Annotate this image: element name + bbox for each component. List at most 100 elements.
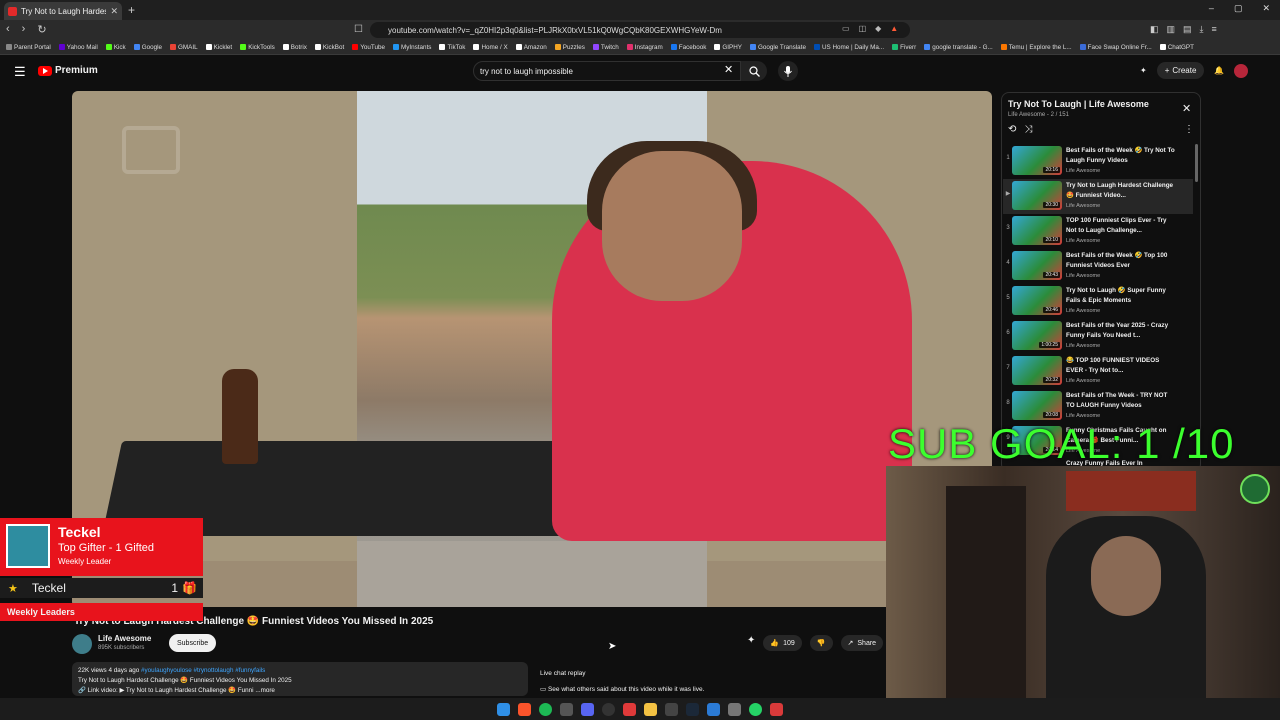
steam-icon[interactable] [686,702,699,716]
playlist-item-channel: Life Awesome [1066,238,1101,244]
forward-icon[interactable]: › [22,23,26,36]
share-button[interactable]: ↗ Share [840,635,884,651]
bookmark-item[interactable]: Temu | Explore the L... [1000,44,1072,51]
playlist-item[interactable]: 3 20:10 TOP 100 Funniest Clips Ever - Try … [1003,214,1193,249]
like-button[interactable]: 👍 109 [763,635,802,651]
bookmark-item[interactable]: US Home | Daily Ma... [813,44,884,51]
download-icon[interactable]: ⤓ [1200,24,1204,35]
live-chat-row[interactable]: ▭ See what others said about this video … [540,682,878,698]
settings-icon[interactable] [728,702,741,716]
video-player[interactable] [72,91,992,607]
browser-tab[interactable]: Try Not to Laugh Hardest Challe ✕ [4,2,122,20]
translate-icon[interactable]: ◫ [859,24,867,33]
windows-start-icon[interactable] [497,702,510,716]
description-link[interactable]: 🔗 Link video: ▶ Try Not to Laugh Hardest… [78,687,254,694]
brave-rewards-icon[interactable]: ▲ [890,24,898,33]
bookmark-item[interactable]: MyInstants [393,44,431,51]
extension-icon[interactable]: ◧ [1150,24,1159,35]
dislike-button[interactable]: 👎 [809,635,833,651]
bookmark-item[interactable]: Google [133,44,162,51]
bookmark-item[interactable]: Facebook [670,44,706,51]
playlist-item[interactable]: 7 20:32 😂 TOP 100 FUNNIEST VIDEOS EVER - T… [1003,354,1193,389]
whatsapp-icon[interactable] [749,702,762,716]
shield-icon[interactable]: ◆ [875,24,881,33]
bookmark-item[interactable]: google translate - G... [924,44,993,51]
bookmark-item[interactable]: Instagram [626,44,663,51]
cast-icon[interactable]: ▭ [842,24,850,33]
account-avatar[interactable] [1234,63,1249,78]
extension-puzzle-icon[interactable]: ✦ [1140,66,1147,75]
notifications-bell-icon[interactable]: 🔔 [1214,66,1224,75]
bookmark-item[interactable]: Home / X [473,44,508,51]
playlist-item[interactable]: 5 20:46 Try Not to Laugh 🤣 Super Funny Fai… [1003,284,1193,319]
search-button[interactable] [741,61,767,81]
bookmark-item[interactable]: YouTube [352,44,385,51]
bookmark-item[interactable]: GMAIL [170,44,198,51]
more-options-icon[interactable]: ⋮ [1184,124,1194,135]
bookmark-item[interactable]: Fiverr [892,44,916,51]
description-box[interactable]: 22K views 4 days ago #youlaughyoulose #t… [72,662,528,696]
close-playlist-icon[interactable]: ✕ [1182,102,1191,115]
share-icon: ↗ [847,640,854,647]
bookmark-item[interactable]: KickBot [314,44,344,51]
create-button[interactable]: + Create [1156,62,1205,79]
loop-icon[interactable]: ⟲ [1008,124,1016,135]
bookmark-item[interactable]: Face Swap Online Fr... [1079,44,1152,51]
reload-icon[interactable]: ↻ [37,23,46,36]
shuffle-icon[interactable]: ⤨ [1024,124,1032,135]
playlist-item[interactable]: 4 20:43 Best Fails of the Week 🤣 Top 100 F… [1003,249,1193,284]
maximize-button[interactable]: ▢ [1234,3,1243,14]
controller-icon[interactable] [665,702,678,716]
playlist-item[interactable]: ▶ 20:30 Try Not to Laugh Hardest Challenge… [1003,179,1193,214]
file-explorer-icon[interactable] [644,702,657,716]
back-icon[interactable]: ‹ [6,23,10,36]
brave-browser-icon[interactable] [518,702,531,716]
playlist-item[interactable]: 6 1:00:25 Best Fails of the Year 2025 - Cr… [1003,319,1193,354]
subscribe-button[interactable]: Subscribe [169,634,217,652]
calculator-icon[interactable] [560,702,573,716]
show-more-link[interactable]: ...more [255,687,275,694]
playlist-item[interactable]: 1 20:16 Best Fails of the Week 🤣 Try Not T… [1003,144,1193,179]
hashtags[interactable]: #youlaughyoulose #trynottolaugh #funnyfa… [141,667,265,674]
bookmark-item[interactable]: Kicklet [205,44,232,51]
channel-name[interactable]: Life Awesome [98,634,151,643]
voice-search-button[interactable] [778,61,798,81]
minimize-button[interactable]: – [1209,3,1214,14]
sidebar-icon[interactable]: ▥ [1167,24,1176,35]
playlist-item[interactable]: 8 20:08 Best Fails of The Week - TRY NOT T… [1003,389,1193,424]
bookmark-item[interactable]: Parent Portal [6,44,51,51]
bookmark-item[interactable]: TikTok [439,44,465,51]
playlist-scrollbar[interactable] [1195,144,1198,182]
clear-search-icon[interactable]: ✕ [724,63,733,76]
bookmark-item[interactable]: ChatGPT [1159,44,1194,51]
wallet-icon[interactable]: ▤ [1183,24,1192,35]
bookmark-label: GMAIL [178,43,198,51]
bookmark-item[interactable]: KickTools [240,44,275,51]
hamburger-menu-icon[interactable]: ☰ [14,64,26,80]
new-tab-button[interactable]: + [128,3,135,17]
bookmark-item[interactable]: Yahoo Mail [58,44,98,51]
obs-icon[interactable] [602,702,615,716]
spotify-icon[interactable] [539,702,552,716]
bookmark-item[interactable]: Amazon [515,44,547,51]
bookmark-item[interactable]: Google Translate [749,44,806,51]
sparkle-icon[interactable]: ✦ [747,635,755,651]
channel-avatar[interactable] [72,634,92,654]
bookmark-item[interactable]: Puzzles [554,44,585,51]
search-input[interactable]: try not to laugh impossible [473,61,741,81]
pin-icon[interactable] [623,702,636,716]
playlist-title[interactable]: Try Not To Laugh | Life Awesome [1008,99,1149,109]
bookmark-item[interactable]: GIPHY [714,44,742,51]
maps-pin-icon[interactable] [770,702,783,716]
bookmark-icon[interactable]: ☐ [354,24,363,35]
bookmark-item[interactable]: Kick [105,44,126,51]
close-window-button[interactable]: ✕ [1262,3,1270,14]
menu-icon[interactable]: ≡ [1212,24,1217,35]
bookmark-item[interactable]: Botrix [282,44,307,51]
address-bar[interactable]: youtube.com/watch?v=_qZ0HI2p3q0&list=PLJ… [370,22,910,38]
close-tab-icon[interactable]: ✕ [110,6,118,17]
youtube-logo[interactable]: Premium [38,65,98,76]
photos-icon[interactable] [707,702,720,716]
discord-icon[interactable] [581,702,594,716]
bookmark-item[interactable]: Twitch [592,44,619,51]
